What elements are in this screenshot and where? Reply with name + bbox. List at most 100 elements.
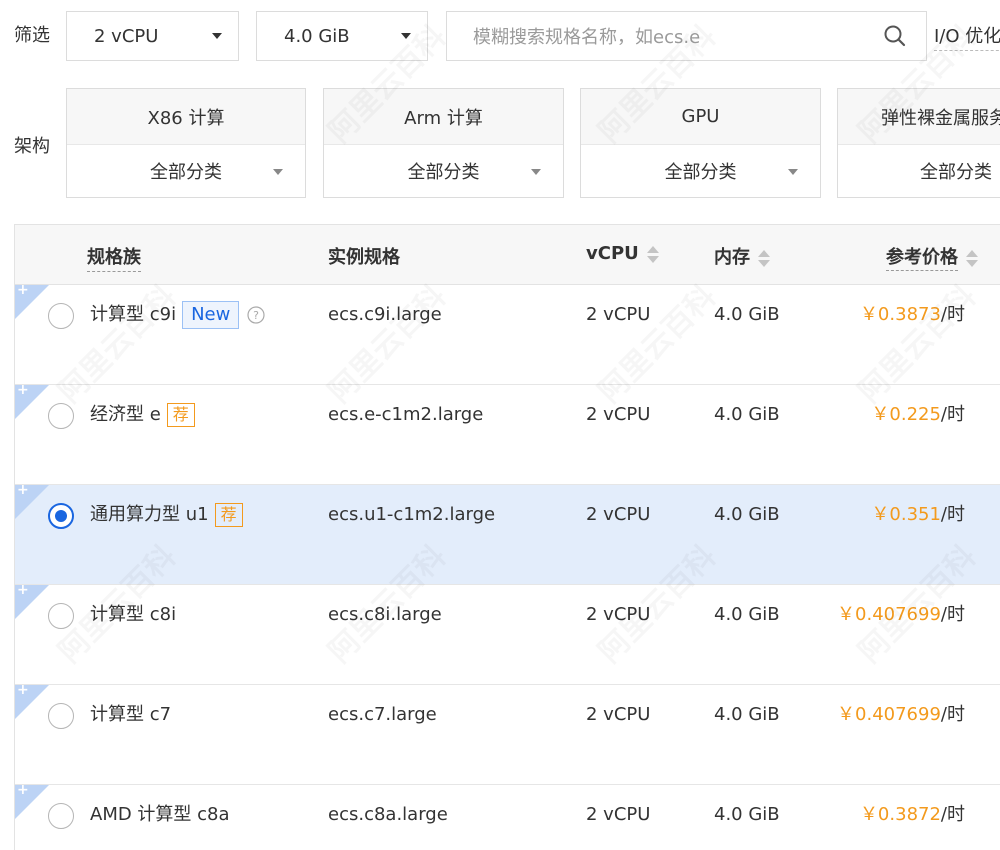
arch-category-value: 全部分类 — [664, 162, 737, 183]
row-radio[interactable] — [48, 403, 74, 429]
memory-select[interactable]: 4.0 GiB — [256, 11, 428, 61]
plus-icon: + — [17, 382, 29, 398]
plus-icon: + — [17, 282, 29, 298]
row-radio-checked[interactable] — [48, 503, 74, 529]
new-badge: New — [182, 301, 240, 329]
search-input[interactable]: 模糊搜索规格名称，如ecs.e — [446, 11, 927, 61]
recommend-badge: 荐 — [214, 503, 243, 527]
price-cell: ￥0.3872/时 — [860, 803, 965, 827]
arch-card-title: Arm 计算 — [324, 89, 563, 145]
arch-card-gpu[interactable]: GPU 全部分类 — [580, 88, 821, 198]
plus-icon: + — [17, 782, 29, 798]
header-memory: 内存 — [714, 247, 750, 268]
family-name: AMD 计算型 c8a — [90, 804, 230, 825]
memory-cell: 4.0 GiB — [714, 404, 780, 425]
io-underline — [934, 50, 1000, 51]
memory-cell: 4.0 GiB — [714, 704, 780, 725]
family-name: 经济型 e — [90, 404, 161, 425]
table-row-selected[interactable]: + 通用算力型 u1 荐 ecs.u1-c1m2.large 2 vCPU 4.0… — [15, 482, 1000, 585]
price-unit: /时 — [940, 804, 965, 825]
price-amount: ￥0.351 — [871, 504, 941, 525]
family-cell: 计算型 c9i New? — [90, 301, 265, 329]
arch-category-value: 全部分类 — [150, 162, 222, 183]
price-amount: ￥0.3873 — [859, 304, 941, 325]
arch-card-title: GPU — [581, 89, 820, 145]
arch-card-x86[interactable]: X86 计算 全部分类 — [66, 88, 306, 198]
memory-cell: 4.0 GiB — [714, 804, 780, 825]
family-cell: 通用算力型 u1 荐 — [90, 503, 243, 527]
price-unit: /时 — [940, 604, 965, 625]
chevron-down-icon — [273, 169, 283, 175]
row-radio[interactable] — [48, 603, 74, 629]
vcpu-cell: 2 vCPU — [586, 504, 651, 525]
spec-cell: ecs.c9i.large — [328, 304, 442, 325]
header-spec: 实例规格 — [328, 247, 400, 268]
price-unit: /时 — [940, 304, 965, 325]
chevron-down-icon — [401, 33, 411, 39]
row-radio[interactable] — [48, 303, 74, 329]
header-price-sort[interactable]: 参考价格 — [886, 243, 978, 271]
vcpu-cell: 2 vCPU — [586, 304, 651, 325]
sort-icon[interactable] — [646, 244, 659, 264]
price-amount: ￥0.407699 — [837, 604, 941, 625]
spec-cell: ecs.e-c1m2.large — [328, 404, 484, 425]
header-vcpu: vCPU — [586, 243, 639, 264]
row-radio[interactable] — [48, 803, 74, 829]
table-header: 规格族 实例规格 vCPU 内存 参考价格 — [15, 225, 1000, 285]
header-family: 规格族 — [87, 243, 141, 272]
arch-category-select[interactable]: 全部分类 — [838, 145, 1000, 197]
family-cell: 经济型 e荐 — [90, 403, 195, 427]
price-amount: ￥0.3872 — [859, 804, 941, 825]
family-name: 计算型 c9i — [90, 304, 177, 325]
spec-cell: ecs.u1-c1m2.large — [328, 504, 496, 525]
header-vcpu-sort[interactable]: vCPU — [586, 243, 659, 264]
spec-cell: ecs.c8i.large — [328, 604, 442, 625]
memory-select-value: 4.0 GiB — [284, 25, 350, 47]
row-radio[interactable] — [48, 703, 74, 729]
search-icon[interactable] — [882, 23, 908, 49]
price-unit: /时 — [940, 404, 965, 425]
svg-text:?: ? — [253, 309, 259, 322]
family-name: 计算型 c8i — [90, 604, 177, 625]
search-placeholder: 模糊搜索规格名称，如ecs.e — [473, 27, 701, 48]
arch-card-title: 弹性裸金属服务 — [838, 89, 1000, 145]
table-row[interactable]: + 计算型 c7 ecs.c7.large 2 vCPU 4.0 GiB ￥0.… — [15, 682, 1000, 785]
family-name: 通用算力型 u1 — [90, 504, 209, 525]
arch-card-baremetal[interactable]: 弹性裸金属服务 全部分类 — [837, 88, 1000, 198]
chevron-down-icon — [531, 169, 541, 175]
plus-icon: + — [17, 482, 29, 498]
vcpu-select[interactable]: 2 vCPU — [66, 11, 239, 61]
price-cell: ￥0.3873/时 — [860, 303, 965, 327]
chevron-down-icon — [788, 169, 798, 175]
sort-icon[interactable] — [966, 248, 978, 268]
table-row[interactable]: + 计算型 c8i ecs.c8i.large 2 vCPU 4.0 GiB ￥… — [15, 582, 1000, 685]
spec-cell: ecs.c7.large — [328, 704, 437, 725]
price-amount: ￥0.225 — [871, 404, 941, 425]
plus-icon: + — [17, 582, 29, 598]
arch-card-arm[interactable]: Arm 计算 全部分类 — [323, 88, 564, 198]
table-row[interactable]: + AMD 计算型 c8a ecs.c8a.large 2 vCPU 4.0 G… — [15, 782, 1000, 850]
table-row[interactable]: + 计算型 c9i New? ecs.c9i.large 2 vCPU 4.0 G… — [15, 282, 1000, 385]
vcpu-cell: 2 vCPU — [586, 804, 651, 825]
vcpu-cell: 2 vCPU — [586, 604, 651, 625]
memory-cell: 4.0 GiB — [714, 604, 780, 625]
architecture-label: 架构 — [14, 136, 50, 157]
family-name: 计算型 c7 — [90, 704, 172, 725]
table-row[interactable]: + 经济型 e荐 ecs.e-c1m2.large 2 vCPU 4.0 GiB… — [15, 382, 1000, 485]
price-cell: ￥0.225/时 — [871, 403, 965, 427]
price-cell: ￥0.407699/时 — [837, 603, 965, 627]
arch-category-select[interactable]: 全部分类 — [324, 145, 563, 197]
arch-category-select[interactable]: 全部分类 — [67, 145, 305, 197]
chevron-down-icon — [212, 33, 222, 39]
sort-icon[interactable] — [758, 248, 770, 268]
io-optimized-label[interactable]: I/O 优化 — [934, 22, 1000, 48]
header-price: 参考价格 — [886, 247, 958, 271]
instance-table: 规格族 实例规格 vCPU 内存 参考价格 + 计算型 c9i New? ecs.… — [14, 224, 1000, 850]
arch-category-value: 全部分类 — [407, 162, 480, 183]
price-cell: ￥0.351/时 — [871, 503, 965, 527]
help-icon[interactable]: ? — [247, 306, 265, 324]
arch-category-select[interactable]: 全部分类 — [581, 145, 820, 197]
header-memory-sort[interactable]: 内存 — [714, 243, 770, 269]
spec-cell: ecs.c8a.large — [328, 804, 448, 825]
price-unit: /时 — [940, 704, 965, 725]
